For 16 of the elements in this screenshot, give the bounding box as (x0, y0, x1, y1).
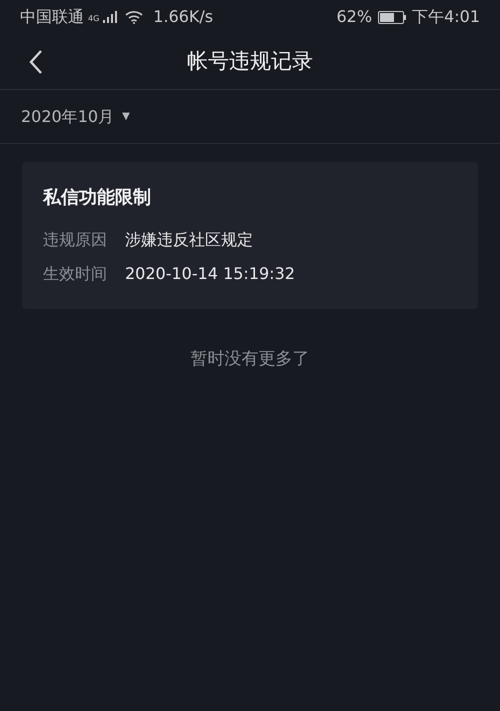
wifi-icon (125, 10, 144, 24)
record-title: 私信功能限制 (43, 186, 152, 210)
network-type: 4G (88, 13, 100, 25)
page-title: 帐号违规记录 (187, 48, 313, 75)
field-label: 生效时间 (43, 263, 107, 285)
battery-icon (378, 10, 406, 24)
field-value: 涉嫌违反社区规定 (125, 229, 253, 251)
end-of-list-note: 暂时没有更多了 (190, 348, 310, 371)
field-label: 违规原因 (43, 229, 107, 251)
clock-time: 下午4:01 (412, 6, 480, 28)
field-value: 2020-10-14 15:19:32 (125, 263, 295, 285)
battery-percent: 62% (336, 6, 372, 28)
signal-icon (103, 11, 118, 23)
network-speed: 1.66K/s (153, 6, 214, 28)
carrier-name: 中国联通 (20, 6, 84, 28)
month-dropdown[interactable]: 2020年10月 ▼ (21, 104, 130, 128)
